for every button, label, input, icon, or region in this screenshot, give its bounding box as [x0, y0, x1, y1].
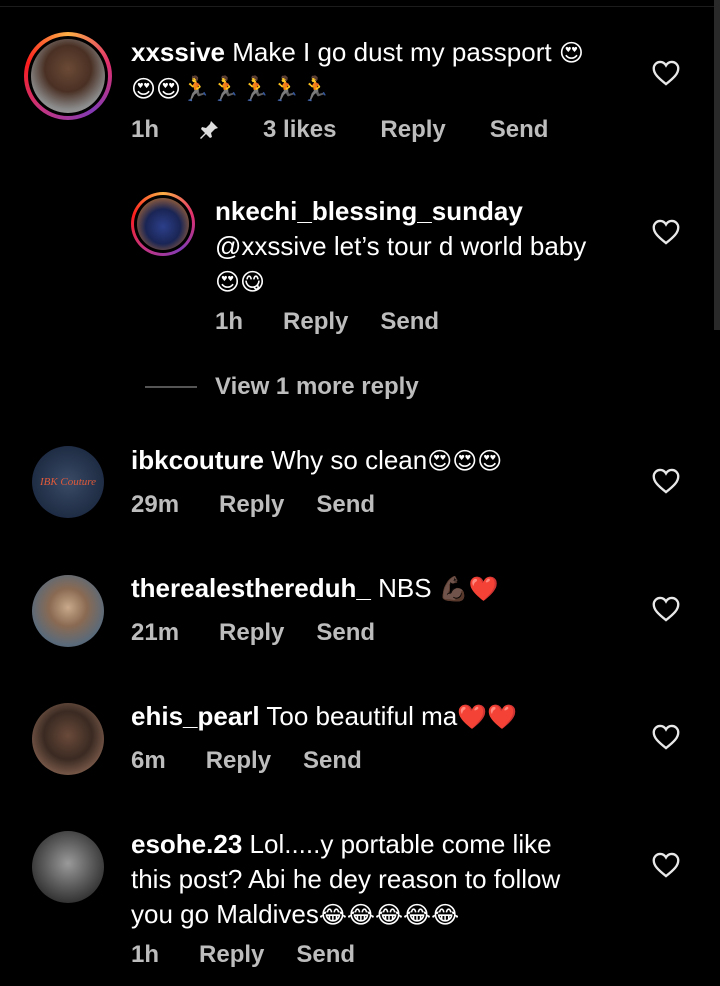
heart-icon[interactable] [652, 596, 680, 622]
username[interactable]: ibkcouture [131, 445, 264, 475]
comment-meta: 21m Reply Send [131, 619, 419, 647]
username[interactable]: esohe.23 [131, 829, 242, 859]
emoji-line: 😍😍🏃🏃🏃🏃🏃 [131, 75, 331, 103]
comment-body-line3: you go Maldives [131, 899, 319, 929]
comment-body: NBS [378, 573, 432, 603]
scrollbar[interactable] [714, 0, 720, 330]
divider-line [145, 386, 197, 388]
emoji: 💪🏿❤️ [438, 575, 499, 603]
pin-icon [200, 121, 219, 139]
reply-button[interactable]: Reply [206, 747, 271, 775]
avatar[interactable] [31, 39, 105, 113]
avatar[interactable] [32, 575, 104, 647]
reply-button[interactable]: Reply [380, 116, 445, 144]
reply-button[interactable]: Reply [199, 941, 264, 969]
comment-text: ehis_pearl Too beautiful ma❤️❤️ [131, 699, 651, 735]
avatar[interactable]: IBK Couture [32, 446, 104, 518]
comment-body: Why so clean [271, 445, 428, 475]
send-button[interactable]: Send [296, 941, 355, 969]
comment-text: xxssive Make I go dust my passport 😍 😍😍🏃… [131, 35, 651, 107]
comment-body-line2: this post? Abi he dey reason to follow [131, 864, 561, 894]
comment-body-line1: Lol.....y portable come like [249, 829, 552, 859]
avatar-logo-text: IBK Couture [39, 476, 97, 488]
comment-meta: 1h Reply Send [215, 308, 483, 336]
emoji: 😍😍😍 [427, 447, 503, 475]
emoji: ❤️❤️ [457, 703, 517, 731]
comment-meta: 1h Reply Send [131, 941, 399, 969]
comment-body: @xxssive let’s tour d world baby [215, 231, 587, 261]
heart-icon[interactable] [652, 60, 680, 86]
heart-icon[interactable] [652, 852, 680, 878]
emoji: 😍😋 [215, 268, 266, 296]
timestamp: 21m [131, 619, 180, 646]
view-more-replies[interactable]: View 1 more reply [145, 373, 419, 401]
emoji: 😂😂😂😂😂 [318, 901, 460, 929]
avatar[interactable] [32, 703, 104, 775]
timestamp: 1h [215, 308, 244, 335]
send-button[interactable]: Send [303, 747, 362, 775]
comment-meta: 1h 3 likes Reply Send [131, 116, 592, 144]
username[interactable]: xxssive [131, 37, 225, 67]
send-button[interactable]: Send [380, 308, 439, 336]
timestamp: 6m [131, 747, 166, 774]
emoji: 😍 [558, 39, 584, 67]
reply-button[interactable]: Reply [219, 619, 284, 647]
avatar[interactable] [137, 198, 189, 250]
comment-body: Too beautiful ma [266, 701, 458, 731]
username[interactable]: therealesthereduh_ [131, 573, 371, 603]
likes-count[interactable]: 3 likes [263, 116, 336, 144]
comment-body: Make I go dust my passport [232, 37, 552, 67]
timestamp: 1h [131, 941, 160, 968]
heart-icon[interactable] [652, 468, 680, 494]
comment-text: ibkcouture Why so clean😍😍😍 [131, 443, 651, 479]
send-button[interactable]: Send [490, 116, 549, 144]
comment-text: therealesthereduh_ NBS 💪🏿❤️ [131, 571, 651, 607]
timestamp: 29m [131, 491, 180, 518]
send-button[interactable]: Send [316, 619, 375, 647]
username[interactable]: ehis_pearl [131, 701, 260, 731]
username[interactable]: nkechi_blessing_sunday [215, 196, 523, 226]
view-more-label[interactable]: View 1 more reply [215, 373, 419, 401]
heart-icon[interactable] [652, 724, 680, 750]
reply-button[interactable]: Reply [283, 308, 348, 336]
comment-meta: 29m Reply Send [131, 491, 419, 519]
send-button[interactable]: Send [316, 491, 375, 519]
comment-text: esohe.23 Lol.....y portable come like th… [131, 827, 651, 933]
top-divider [0, 6, 720, 7]
comment-text: nkechi_blessing_sunday @xxssive let’s to… [215, 194, 635, 300]
timestamp: 1h [131, 116, 160, 143]
avatar[interactable] [32, 831, 104, 903]
comment-meta: 6m Reply Send [131, 747, 406, 775]
reply-button[interactable]: Reply [219, 491, 284, 519]
heart-icon[interactable] [652, 219, 680, 245]
